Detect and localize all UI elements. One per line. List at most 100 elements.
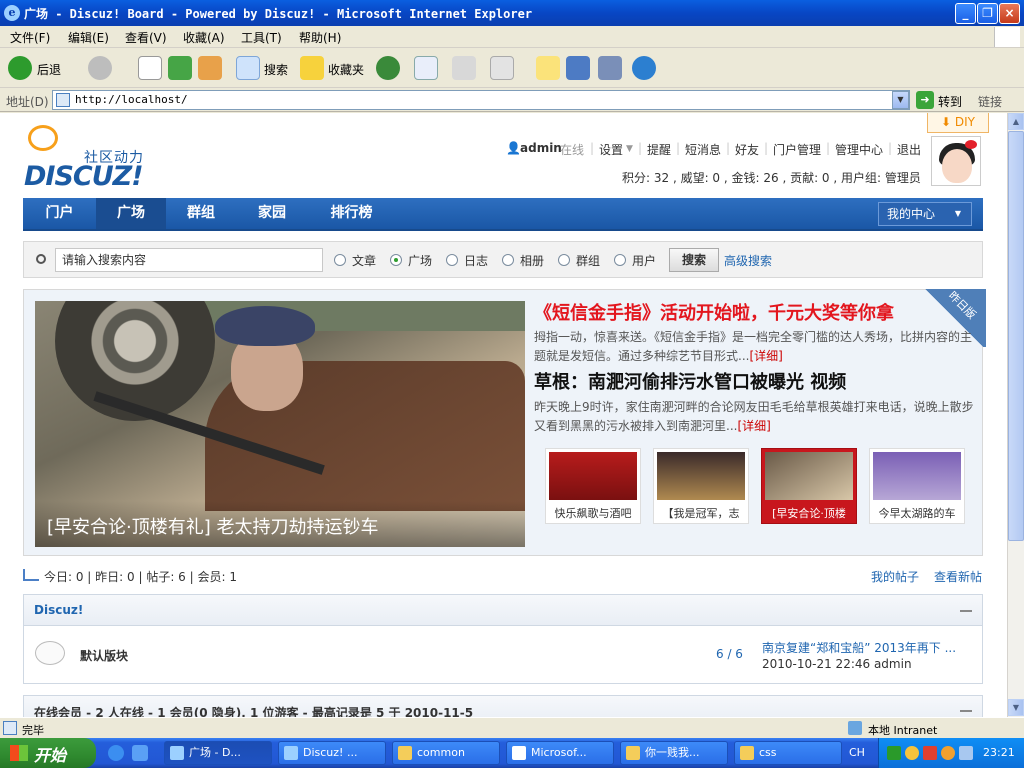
radio-article-label[interactable]: 文章 <box>352 252 376 269</box>
language-indicator[interactable]: CH <box>849 746 865 759</box>
scroll-thumb[interactable] <box>1008 131 1024 541</box>
remind-link[interactable]: 提醒 <box>647 141 671 158</box>
thumb-item[interactable]: 【我是冠军，志 <box>653 448 749 524</box>
scroll-down-icon[interactable]: ▼ <box>1008 699 1024 716</box>
detail-link[interactable]: [详细] <box>749 349 782 363</box>
refresh-icon[interactable] <box>168 56 192 80</box>
messenger-icon[interactable] <box>566 56 590 80</box>
task-microsoft[interactable]: Microsof... <box>506 741 614 765</box>
go-button[interactable]: 转到 <box>938 93 962 110</box>
volume-icon[interactable] <box>959 746 973 760</box>
thumb-item-selected[interactable]: [早安合论·顶楼 <box>761 448 857 524</box>
search-button[interactable]: 搜索 <box>264 61 288 78</box>
nav-ranking[interactable]: 排行榜 <box>308 198 395 229</box>
tray-icon[interactable] <box>887 746 901 760</box>
forum-name-link[interactable]: 默认版块 <box>80 647 128 664</box>
messages-link[interactable]: 短消息 <box>685 141 721 158</box>
vertical-scrollbar[interactable]: ▲ ▼ <box>1007 113 1024 717</box>
print-icon[interactable] <box>452 56 476 80</box>
menu-help[interactable]: 帮助(H) <box>299 29 341 46</box>
detail-link[interactable]: [详细] <box>737 419 770 433</box>
task-discuz[interactable]: Discuz! ... <box>278 741 386 765</box>
category-title[interactable]: Discuz! <box>34 603 83 617</box>
chevron-down-icon[interactable]: ▼ <box>626 144 633 154</box>
portal-admin-link[interactable]: 门户管理 <box>773 141 821 158</box>
task-square[interactable]: 广场 - D... <box>164 741 272 765</box>
radio-album[interactable] <box>502 254 514 266</box>
thumb-item[interactable]: 快乐飙歌与酒吧 <box>545 448 641 524</box>
edit-icon[interactable] <box>490 56 514 80</box>
radio-album-label[interactable]: 相册 <box>520 252 544 269</box>
menu-favorites[interactable]: 收藏(A) <box>183 29 225 46</box>
avatar[interactable] <box>931 136 981 186</box>
logout-link[interactable]: 退出 <box>897 141 921 158</box>
back-button[interactable]: 后退 <box>37 61 61 78</box>
featured-photo[interactable]: [早安合论·顶楼有礼] 老太持刀劫持运钞车 <box>35 301 525 547</box>
research-icon[interactable] <box>598 56 622 80</box>
radio-blog-label[interactable]: 日志 <box>464 252 488 269</box>
menu-tools[interactable]: 工具(T) <box>241 29 282 46</box>
nav-square[interactable]: 广场 <box>96 198 166 229</box>
home-icon[interactable] <box>198 56 222 80</box>
minimize-button[interactable]: _ <box>955 3 976 24</box>
nav-groups[interactable]: 群组 <box>166 198 236 229</box>
last-post-link[interactable]: 南京复建“郑和宝船” 2013年再下 ... <box>762 639 956 656</box>
diy-button[interactable]: ⬇ DIY <box>927 113 989 133</box>
security-icon[interactable] <box>923 746 937 760</box>
favorites-button[interactable]: 收藏夹 <box>328 61 364 78</box>
scroll-up-icon[interactable]: ▲ <box>1008 113 1024 130</box>
notes-icon[interactable] <box>536 56 560 80</box>
qq-icon[interactable] <box>905 746 919 760</box>
my-center-button[interactable]: 我的中心 ▼ <box>878 202 972 226</box>
ie-quicklaunch-icon[interactable] <box>108 745 124 761</box>
radio-group[interactable] <box>558 254 570 266</box>
favorites-star-icon[interactable] <box>300 56 324 80</box>
friends-link[interactable]: 好友 <box>735 141 759 158</box>
my-posts-link[interactable]: 我的帖子 <box>871 568 919 585</box>
go-arrow-icon[interactable]: ➜ <box>916 91 934 109</box>
menu-view[interactable]: 查看(V) <box>125 29 167 46</box>
forward-arrow-icon[interactable] <box>88 56 112 80</box>
task-common[interactable]: common <box>392 741 500 765</box>
media-icon[interactable] <box>632 56 656 80</box>
menu-edit[interactable]: 编辑(E) <box>68 29 109 46</box>
search-input[interactable]: 请输入搜索内容 <box>55 248 323 272</box>
radio-user-label[interactable]: 用户 <box>632 252 656 269</box>
radio-blog[interactable] <box>446 254 458 266</box>
settings-link[interactable]: 设置 <box>599 141 623 158</box>
mail-icon[interactable] <box>414 56 438 80</box>
quicklaunch-icon[interactable] <box>132 745 148 761</box>
username-link[interactable]: admin <box>520 141 562 155</box>
nav-home[interactable]: 家园 <box>236 198 308 229</box>
menu-file[interactable]: 文件(F) <box>10 29 50 46</box>
history-icon[interactable] <box>376 56 400 80</box>
radio-square-label[interactable]: 广场 <box>408 252 432 269</box>
task-chat[interactable]: 你一贱我... <box>620 741 728 765</box>
start-button[interactable]: 开始 <box>0 738 96 768</box>
radio-article[interactable] <box>334 254 346 266</box>
close-button[interactable]: × <box>999 3 1020 24</box>
photo-caption[interactable]: [早安合论·顶楼有礼] 老太持刀劫持运钞车 <box>47 513 379 539</box>
collapse-icon[interactable] <box>960 610 972 612</box>
task-css[interactable]: css <box>734 741 842 765</box>
address-dropdown-icon[interactable]: ▼ <box>892 91 909 109</box>
nav-portal[interactable]: 门户 <box>23 198 96 229</box>
user-credits[interactable]: 积分: 32 , 威望: 0 , 金钱: 26 , 贡献: 0 , 用户组: 管… <box>622 169 921 186</box>
tray-icon[interactable] <box>941 746 955 760</box>
headline-1[interactable]: 《短信金手指》活动开始啦，千元大奖等你拿 <box>534 299 894 325</box>
window-title-bar[interactable]: e 广场 - Discuz! Board - Powered by Discuz… <box>0 0 1024 26</box>
headline-2[interactable]: 草根：南淝河偷排污水管口被曝光 视频 <box>534 368 846 394</box>
radio-square[interactable] <box>390 254 402 266</box>
radio-user[interactable] <box>614 254 626 266</box>
site-logo[interactable]: DISCUZ! <box>24 161 144 192</box>
restore-button[interactable]: ❐ <box>977 3 998 24</box>
collapse-icon[interactable] <box>960 710 972 712</box>
back-arrow-icon[interactable] <box>8 56 32 80</box>
new-posts-link[interactable]: 查看新帖 <box>934 568 982 585</box>
links-button[interactable]: 链接 <box>978 93 1002 110</box>
search-icon[interactable] <box>236 56 260 80</box>
advanced-search-link[interactable]: 高级搜索 <box>724 252 772 269</box>
address-input[interactable]: http://localhost/ <box>52 90 910 110</box>
stop-icon[interactable] <box>138 56 162 80</box>
search-submit-button[interactable]: 搜索 <box>669 248 719 272</box>
